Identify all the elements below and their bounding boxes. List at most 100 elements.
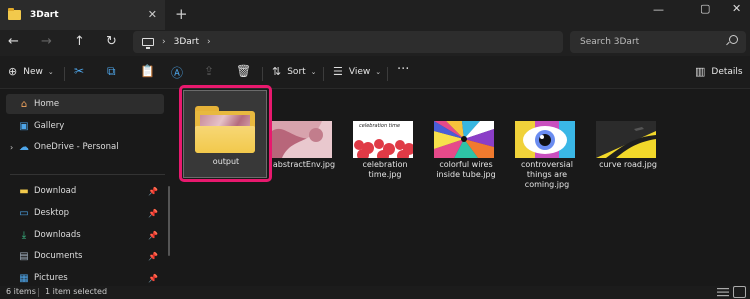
file-list: output abstractEnv.jpg celebration time …: [175, 85, 750, 286]
sidebar-item-desktop[interactable]: ▭ Desktop 📌: [6, 203, 164, 223]
sidebar-item-downloads[interactable]: ⤓ Downloads 📌: [6, 225, 164, 245]
sidebar-item-onedrive[interactable]: › ☁ OneDrive - Personal: [6, 137, 164, 157]
file-name: colorful wires inside tube.jpg: [436, 160, 496, 179]
pictures-icon: ▦: [19, 272, 29, 284]
plus-circle-icon: ⊕: [8, 65, 18, 78]
details-view-icon[interactable]: [717, 287, 729, 297]
new-label: New: [23, 66, 43, 77]
up-button[interactable]: ↑: [74, 34, 85, 49]
details-label: Details: [711, 66, 743, 77]
pin-icon: 📌: [148, 251, 158, 261]
chevron-down-icon: ⌄: [375, 67, 382, 76]
delete-button[interactable]: 🗑: [236, 64, 251, 78]
image-thumbnail: [272, 121, 332, 158]
downloads-icon: ⤓: [21, 229, 27, 241]
file-name: controversial things are coming.jpg: [521, 160, 573, 189]
sort-icon: ⇅: [272, 65, 282, 78]
view-icon: ☰: [333, 65, 343, 78]
tiles-view-icon[interactable]: [733, 286, 746, 298]
rename-button[interactable]: Ⓐ: [171, 64, 183, 81]
selection-count: 1 item selected: [45, 287, 108, 296]
this-pc-icon: [142, 38, 154, 49]
sort-label: Sort: [287, 66, 306, 77]
file-item-celebration-time[interactable]: celebration time celebration time.jpg: [346, 90, 424, 190]
documents-icon: ▤: [19, 250, 29, 262]
status-bar: 6 items 1 item selected: [0, 286, 750, 299]
command-bar: ⊕ New ⌄ ✂ ⧉ 📋 Ⓐ ⇪ 🗑 ⇅ Sort ⌄ ☰ View ⌄ ··…: [0, 56, 750, 89]
forward-button[interactable]: →: [41, 34, 52, 49]
folder-icon: [8, 8, 21, 20]
file-item-colorful-wires[interactable]: colorful wires inside tube.jpg: [427, 90, 505, 190]
pin-icon: 📌: [148, 273, 158, 283]
chevron-right-icon[interactable]: ›: [207, 37, 211, 47]
file-item-abstractenv[interactable]: abstractEnv.jpg: [265, 90, 343, 190]
view-button[interactable]: ☰ View ⌄: [333, 65, 381, 78]
minimize-button[interactable]: —: [653, 3, 664, 16]
share-button[interactable]: ⇪: [204, 64, 214, 78]
sort-button[interactable]: ⇅ Sort ⌄: [272, 65, 317, 78]
sidebar-item-label: Downloads: [34, 230, 81, 240]
gallery-icon: ▣: [19, 120, 29, 132]
desktop-icon: ▭: [19, 207, 29, 219]
divider: [262, 67, 263, 81]
title-bar: 3Dart ✕ + — ▢ ✕: [0, 0, 750, 30]
breadcrumb-3dart[interactable]: 3Dart: [174, 37, 199, 47]
chevron-down-icon: ⌄: [310, 67, 317, 76]
sidebar-item-label: Desktop: [34, 208, 70, 218]
sidebar-scrollbar[interactable]: [168, 186, 170, 256]
onedrive-icon: ☁: [19, 141, 29, 153]
divider: [387, 67, 388, 81]
file-item-controversial[interactable]: controversial things are coming.jpg: [508, 90, 586, 190]
copy-button[interactable]: ⧉: [107, 64, 116, 79]
search-placeholder: Search 3Dart: [580, 37, 640, 47]
tab-3dart[interactable]: 3Dart ✕: [0, 0, 165, 30]
image-thumbnail: [434, 121, 494, 158]
status-divider: [38, 288, 39, 297]
chevron-down-icon: ⌄: [47, 67, 54, 76]
cut-button[interactable]: ✂: [74, 64, 84, 78]
sidebar-item-label: Pictures: [34, 273, 68, 283]
image-thumbnail: [596, 121, 656, 158]
sidebar-item-label: Download: [34, 186, 77, 196]
expand-chevron-icon[interactable]: ›: [10, 143, 13, 152]
details-button[interactable]: ▥ Details: [695, 65, 743, 78]
pin-icon: 📌: [148, 230, 158, 240]
divider: [323, 67, 324, 81]
sidebar-item-label: Home: [34, 99, 60, 109]
maximize-button[interactable]: ▢: [700, 2, 710, 15]
paste-button[interactable]: 📋: [140, 64, 155, 78]
search-input[interactable]: Search 3Dart: [570, 31, 746, 53]
image-thumbnail: [515, 121, 575, 158]
folder-icon: ▬: [19, 185, 29, 197]
item-count: 6 items: [6, 287, 36, 296]
more-options-button[interactable]: ···: [397, 62, 409, 77]
file-item-curve-road[interactable]: curve road.jpg: [589, 90, 667, 190]
divider: [64, 67, 65, 81]
sidebar-item-label: Gallery: [34, 121, 65, 131]
image-thumbnail: celebration time: [353, 121, 413, 158]
address-bar: ← → ↑ ↻ › 3Dart › Search 3Dart: [0, 30, 750, 56]
navigation-pane: ⌂ Home ▣ Gallery › ☁ OneDrive - Personal…: [0, 90, 170, 286]
pin-icon: 📌: [148, 186, 158, 196]
home-icon: ⌂: [20, 98, 28, 110]
sidebar-item-pictures[interactable]: ▦ Pictures 📌: [6, 268, 164, 288]
close-window-button[interactable]: ✕: [732, 2, 741, 15]
file-name: celebration time.jpg: [362, 160, 408, 179]
tab-close-icon[interactable]: ✕: [148, 8, 157, 21]
file-name: curve road.jpg: [599, 160, 657, 169]
view-label: View: [348, 66, 371, 77]
selection-highlight-box: [179, 85, 272, 182]
sidebar-item-download[interactable]: ▬ Download 📌: [6, 181, 164, 201]
back-button[interactable]: ←: [8, 34, 19, 49]
sidebar-item-label: Documents: [34, 251, 83, 261]
new-button[interactable]: ⊕ New ⌄: [8, 65, 54, 78]
sidebar-item-home[interactable]: ⌂ Home: [6, 94, 164, 114]
chevron-right-icon[interactable]: ›: [162, 37, 166, 47]
sidebar-item-gallery[interactable]: ▣ Gallery: [6, 116, 164, 136]
refresh-button[interactable]: ↻: [106, 34, 117, 49]
path-box[interactable]: › 3Dart ›: [133, 31, 563, 53]
file-name: abstractEnv.jpg: [272, 160, 336, 169]
thumbnail-caption: celebration time: [359, 123, 401, 129]
new-tab-button[interactable]: +: [175, 5, 188, 23]
sidebar-item-documents[interactable]: ▤ Documents 📌: [6, 246, 164, 266]
